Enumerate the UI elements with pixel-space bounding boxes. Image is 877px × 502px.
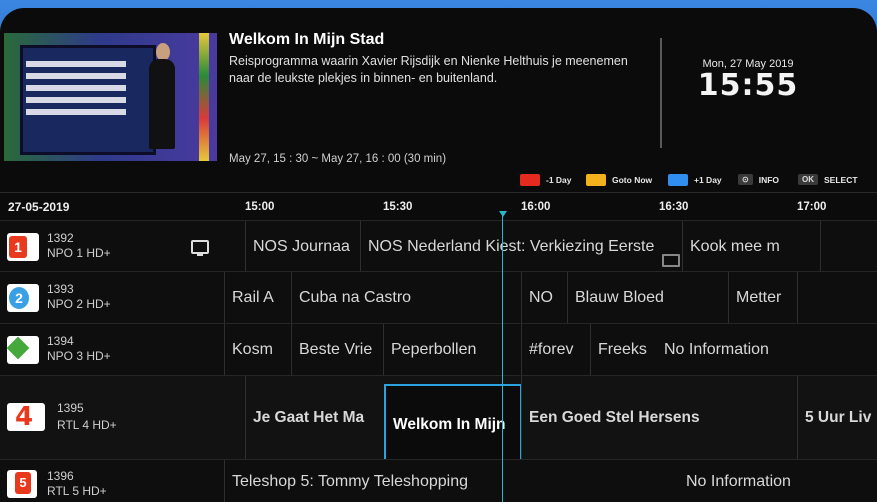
program-cell[interactable]: NOS Journaa <box>245 221 360 272</box>
legend-red[interactable]: -1 Day <box>520 174 572 186</box>
program-cell[interactable]: Teleshop 5: Tommy Teleshopping <box>224 460 706 502</box>
preview-row <box>26 73 126 79</box>
channel-number: 1394 <box>47 334 74 348</box>
preview-stripe <box>199 33 209 161</box>
time-tick: 17:00 <box>797 201 827 213</box>
program-cell[interactable]: Je Gaat Het Ma <box>245 376 383 460</box>
npo1-logo: 1 <box>7 233 39 261</box>
program-description: Reisprogramma waarin Xavier Rijsdijk en … <box>229 54 628 85</box>
channel-info[interactable]: 2 1393 NPO 2 HD+ <box>0 272 222 324</box>
program-cell[interactable]: #forev <box>521 324 590 376</box>
channel-number: 1395 <box>57 401 84 415</box>
npo2-logo: 2 <box>7 284 39 312</box>
red-key-icon <box>520 174 540 186</box>
legend-info-label: INFO <box>758 174 780 185</box>
npo1-logo-mark: 1 <box>9 236 27 258</box>
program-cell[interactable]: Freeks <box>590 324 656 376</box>
channel-name: NPO 3 HD+ <box>47 349 111 363</box>
npo3-logo <box>6 336 39 364</box>
npo2-logo-mark: 2 <box>9 287 29 309</box>
program-time: May 27, 15 : 30 ~ May 27, 16 : 00 (30 mi… <box>229 153 447 165</box>
program-cell[interactable]: 5 Uur Liv <box>797 376 877 460</box>
legend-blue-label: +1 Day <box>694 175 722 185</box>
legend-select-label: SELECT <box>824 174 858 185</box>
current-time-line <box>502 213 503 502</box>
ok-key-icon: OK <box>798 174 818 185</box>
program-title: Welkom In Mijn Stad <box>229 31 385 48</box>
npo3-logo-mark <box>6 336 30 360</box>
info-key-icon: ⊙ <box>738 174 753 185</box>
channel-name: RTL 5 HD+ <box>47 484 107 498</box>
channel-info[interactable]: 5 1396 RTL 5 HD+ <box>0 460 222 502</box>
clock-time: 15:55 <box>697 68 799 103</box>
channel-info[interactable]: 1394 NPO 3 HD+ <box>0 324 222 376</box>
small-screen-icon <box>662 254 680 267</box>
legend-info[interactable]: ⊙ INFO <box>738 174 779 185</box>
program-cell[interactable]: No Information <box>656 324 877 376</box>
legend-select[interactable]: OK SELECT <box>798 174 858 185</box>
guide-date: 27-05-2019 <box>8 200 70 214</box>
time-tick: 16:00 <box>521 201 551 213</box>
preview-row <box>26 109 126 115</box>
channel-row: 2 1393 NPO 2 HD+ Rail A Cuba na Castro N… <box>0 271 877 324</box>
tv-icon <box>191 240 209 256</box>
channel-row-selected: 4 1395 RTL 4 HD+ Je Gaat Het Ma Welkom I… <box>0 375 877 466</box>
program-cell[interactable]: Beste Vrie <box>291 324 383 376</box>
program-cell[interactable]: Cuba na Castro <box>291 272 521 324</box>
time-bar: 27-05-2019 15:00 15:30 16:00 16:30 17:00 <box>0 192 877 219</box>
channel-row: 1394 NPO 3 HD+ Kosm Beste Vrie Peperboll… <box>0 323 877 376</box>
time-tick: 16:30 <box>659 201 689 213</box>
channel-info[interactable]: 1 1392 NPO 1 HD+ <box>0 221 222 272</box>
program-cell[interactable]: NO <box>521 272 567 324</box>
program-cell[interactable]: Een Goed Stel Hersens <box>521 376 797 460</box>
program-cell[interactable]: No Information <box>679 460 877 502</box>
program-cell[interactable]: Rail A <box>224 272 291 324</box>
channel-number: 1392 <box>47 231 74 245</box>
time-tick: 15:00 <box>245 201 275 213</box>
legend-yellow[interactable]: Goto Now <box>586 174 652 186</box>
rtl5-logo-mark: 5 <box>15 472 31 494</box>
time-tick: 15:30 <box>383 201 413 213</box>
channel-info[interactable]: 4 1395 RTL 4 HD+ <box>0 376 222 460</box>
preview-row <box>26 85 126 91</box>
channel-number: 1393 <box>47 282 74 296</box>
channel-row: 1 1392 NPO 1 HD+ NOS Journaa NOS Nederla… <box>0 220 877 272</box>
program-cell[interactable]: Kook mee m <box>682 221 797 272</box>
yellow-key-icon <box>586 174 606 186</box>
channel-number: 1396 <box>47 469 74 483</box>
epg-screen: Welkom In Mijn Stad Reisprogramma waarin… <box>0 8 877 502</box>
channel-name: RTL 4 HD+ <box>57 418 117 432</box>
rtl4-logo-mark: 4 <box>15 402 34 432</box>
program-cell[interactable]: Peperbollen <box>383 324 521 376</box>
preview-row <box>26 61 126 67</box>
program-cell[interactable]: Blauw Bloed <box>567 272 728 324</box>
channel-name: NPO 1 HD+ <box>47 246 111 260</box>
preview-row <box>26 97 126 103</box>
blue-key-icon <box>668 174 688 186</box>
rtl5-logo: 5 <box>7 470 37 498</box>
live-preview[interactable] <box>4 33 217 161</box>
program-cell[interactable] <box>820 221 877 272</box>
program-cell[interactable]: Kosm <box>224 324 291 376</box>
legend-yellow-label: Goto Now <box>612 175 653 185</box>
current-time-marker <box>499 211 507 217</box>
program-cell[interactable] <box>797 272 877 324</box>
channel-row: 5 1396 RTL 5 HD+ Teleshop 5: Tommy Teles… <box>0 459 877 502</box>
presenter <box>149 59 175 149</box>
legend-blue[interactable]: +1 Day <box>668 174 722 186</box>
legend-red-label: -1 Day <box>546 175 572 185</box>
rtl4-logo: 4 <box>7 403 45 431</box>
program-cell[interactable]: Metter <box>728 272 797 324</box>
program-cell[interactable]: NOS Nederland Kiest: Verkiezing Eerste <box>360 221 682 272</box>
channel-name: NPO 2 HD+ <box>47 297 111 311</box>
